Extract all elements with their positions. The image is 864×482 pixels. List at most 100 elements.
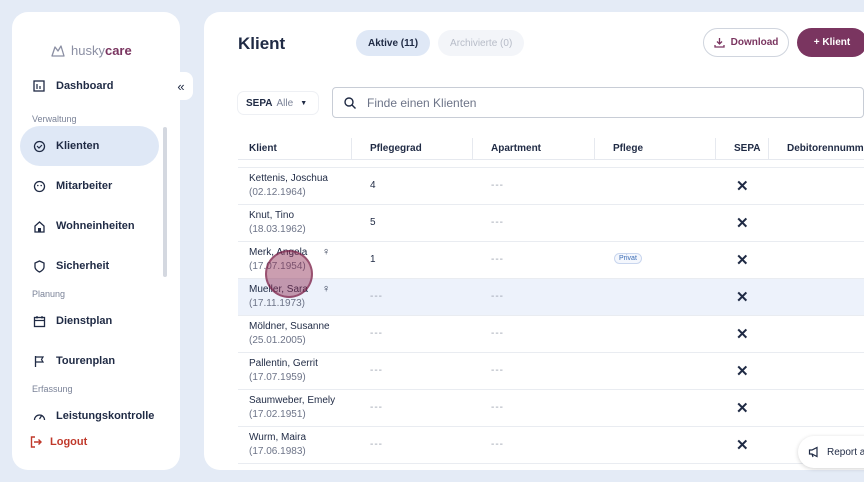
section-label-erfassung: Erfassung	[32, 384, 73, 394]
logo-text-care: care	[104, 43, 132, 58]
column-header-klient[interactable]: Klient	[249, 143, 277, 154]
column-divider	[472, 138, 473, 160]
husky-logo-icon	[51, 44, 65, 57]
report-label: Report a	[827, 446, 864, 458]
wohneinheiten-icon	[32, 219, 46, 233]
logout-icon	[30, 436, 42, 448]
download-label: Download	[730, 37, 779, 48]
column-header-pflegegrad[interactable]: Pflegegrad	[370, 143, 422, 154]
sidebar-item-wohneinheiten[interactable]: Wohneinheiten	[20, 206, 159, 246]
sepa-cross-icon: ✕	[736, 178, 749, 195]
klienten-table: Klient Pflegegrad Apartment Pflege SEPA …	[238, 138, 864, 464]
tab-archivierte[interactable]: Archivierte (0)	[438, 30, 525, 56]
pflegegrad-value: 1	[370, 254, 376, 265]
collapse-sidebar-button[interactable]: «	[169, 72, 193, 100]
apartment-value: ---	[491, 254, 504, 265]
female-icon: ♀	[322, 246, 331, 258]
table-row[interactable]: Saumweber, Emely (17.02.1951) --- --- ✕	[238, 390, 864, 427]
sidebar: husky care Dashboard Verwaltung Klienten …	[12, 12, 180, 470]
sidebar-item-sicherheit[interactable]: Sicherheit	[20, 246, 159, 286]
calendar-icon	[32, 314, 46, 328]
client-name[interactable]: Pallentin, Gerrit	[249, 357, 318, 371]
table-row[interactable]: Knut, Tino (18.03.1962) 5 --- ✕	[238, 205, 864, 242]
sidebar-item-tourenplan[interactable]: Tourenplan	[20, 341, 159, 381]
sepa-filter-dropdown[interactable]: SEPA Alle ▼	[238, 92, 318, 114]
column-header-apartment[interactable]: Apartment	[491, 143, 541, 154]
sepa-cross-icon: ✕	[736, 215, 749, 232]
megaphone-icon	[808, 446, 818, 458]
double-chevron-left-icon: «	[177, 78, 185, 94]
table-row[interactable]: Kettenis, Joschua (02.12.1964) 4 --- ✕	[238, 168, 864, 205]
table-row-partial	[238, 160, 864, 168]
pflegegrad-value: ---	[370, 365, 383, 376]
client-dob: (25.01.2005)	[249, 335, 306, 346]
section-label-verwaltung: Verwaltung	[32, 114, 77, 124]
client-name[interactable]: Möldner, Susanne	[249, 320, 330, 334]
sepa-cross-icon: ✕	[736, 252, 749, 269]
sidebar-item-dienstplan[interactable]: Dienstplan	[20, 301, 159, 341]
logout-label: Logout	[50, 436, 88, 448]
pflegegrad-value: ---	[370, 328, 383, 339]
dashboard-icon	[32, 79, 46, 93]
pflege-badge: Privat	[614, 253, 642, 264]
female-icon: ♀	[322, 283, 331, 295]
flag-icon	[32, 354, 46, 368]
client-dob: (17.02.1951)	[249, 409, 306, 420]
table-row[interactable]: Möldner, Susanne (25.01.2005) --- --- ✕	[238, 316, 864, 353]
column-header-sepa[interactable]: SEPA	[734, 143, 761, 154]
sidebar-item-label: Dashboard	[56, 80, 114, 92]
search-input[interactable]	[367, 95, 847, 110]
status-tabs: Aktive (11) Archivierte (0)	[356, 30, 525, 56]
sepa-cross-icon: ✕	[736, 363, 749, 380]
apartment-value: ---	[491, 402, 504, 413]
table-row[interactable]: Mueller, Sara ♀ (17.11.1973) --- --- ✕	[238, 279, 864, 316]
client-dob: (17.06.1983)	[249, 446, 306, 457]
download-button[interactable]: Download	[703, 28, 789, 57]
sepa-cross-icon: ✕	[736, 437, 749, 454]
sepa-filter-key: SEPA	[246, 97, 273, 109]
column-divider	[594, 138, 595, 160]
tab-aktive[interactable]: Aktive (11)	[356, 30, 431, 56]
sidebar-item-mitarbeiter[interactable]: Mitarbeiter	[20, 166, 159, 206]
client-dob: (02.12.1964)	[249, 187, 306, 198]
sidebar-item-label: Leistungskontrolle	[56, 410, 155, 422]
table-row[interactable]: Wurm, Maira (17.06.1983) --- --- ✕	[238, 427, 864, 464]
pflegegrad-value: ---	[370, 439, 383, 450]
client-name[interactable]: Wurm, Maira	[249, 431, 306, 445]
pflegegrad-value: ---	[370, 291, 383, 302]
logo[interactable]: husky care	[50, 43, 132, 58]
pflegegrad-value: 4	[370, 180, 376, 191]
logout-button[interactable]: Logout	[30, 436, 87, 448]
client-name[interactable]: Knut, Tino	[249, 209, 294, 223]
table-row[interactable]: Merk, Angela ♀ (17.07.1954) 1 --- Privat…	[238, 242, 864, 279]
table-row[interactable]: Pallentin, Gerrit (17.07.1959) --- --- ✕	[238, 353, 864, 390]
column-header-debitorennummer[interactable]: Debitorennumm	[787, 143, 864, 154]
pflegegrad-value: ---	[370, 402, 383, 413]
mitarbeiter-icon	[32, 179, 46, 193]
search-box[interactable]	[332, 87, 864, 118]
column-header-pflege[interactable]: Pflege	[613, 143, 643, 154]
sidebar-item-klienten[interactable]: Klienten	[20, 126, 159, 166]
column-divider	[715, 138, 716, 160]
sidebar-item-label: Sicherheit	[56, 260, 110, 272]
caret-down-icon: ▼	[300, 99, 308, 107]
sepa-filter-value: Alle	[276, 97, 294, 109]
sidebar-scrollbar[interactable]	[163, 127, 167, 277]
table-header: Klient Pflegegrad Apartment Pflege SEPA …	[238, 138, 864, 160]
client-name[interactable]: Saumweber, Emely	[249, 394, 335, 408]
sidebar-item-label: Wohneinheiten	[56, 220, 135, 232]
sidebar-item-label: Klienten	[56, 140, 100, 152]
gauge-icon	[32, 409, 46, 423]
report-button[interactable]: Report a	[798, 436, 864, 468]
section-label-planung: Planung	[32, 289, 66, 299]
search-icon	[344, 96, 356, 109]
shield-icon	[32, 259, 46, 273]
add-klient-button[interactable]: + Klient	[797, 28, 864, 57]
page-title: Klient	[238, 34, 286, 53]
apartment-value: ---	[491, 180, 504, 191]
click-indicator	[265, 250, 313, 298]
client-dob: (17.07.1959)	[249, 372, 306, 383]
client-name[interactable]: Kettenis, Joschua	[249, 172, 328, 186]
sidebar-item-leistungskontrolle[interactable]: Leistungskontrolle	[20, 396, 159, 436]
sidebar-item-dashboard[interactable]: Dashboard	[20, 66, 159, 106]
